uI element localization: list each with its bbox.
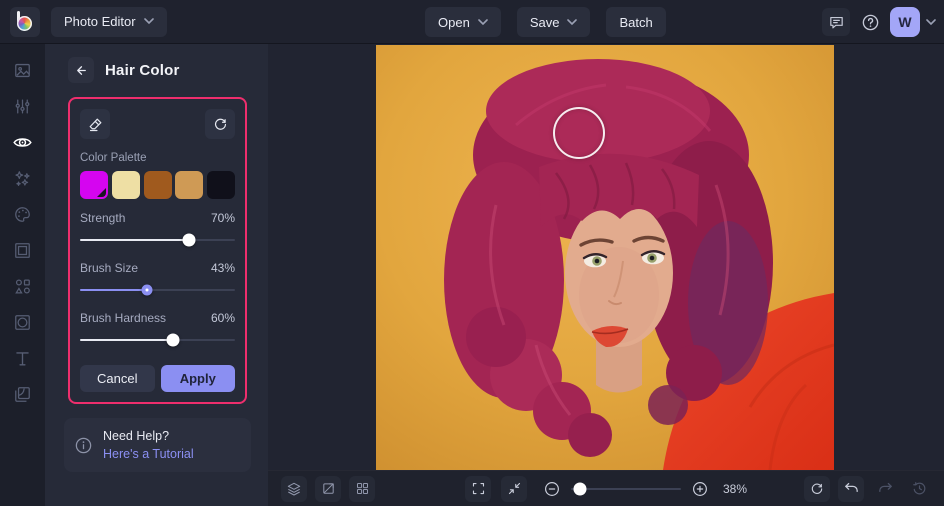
- brush-size-label: Brush Size: [80, 261, 139, 275]
- zoom-level-label: 38%: [722, 481, 748, 496]
- brush-hardness-control: Brush Hardness 60%: [80, 311, 235, 349]
- strength-control: Strength 70%: [80, 211, 235, 249]
- rail-item-overlays[interactable]: [5, 304, 41, 340]
- account-chevron-down-icon[interactable]: [926, 18, 936, 26]
- color-palette-label: Color Palette: [80, 152, 147, 164]
- save-label: Save: [529, 14, 560, 30]
- photo-editor-app: Photo Editor Open Save Batch W Hair Colo…: [0, 0, 944, 506]
- strength-slider[interactable]: [80, 231, 235, 249]
- app-menu-button[interactable]: Photo Editor: [51, 6, 167, 37]
- slider-thumb[interactable]: [141, 284, 153, 296]
- cancel-button[interactable]: Cancel: [80, 365, 155, 392]
- brush-hardness-slider[interactable]: [80, 331, 235, 349]
- help-title: Need Help?: [103, 429, 170, 443]
- color-swatch[interactable]: [111, 171, 140, 199]
- open-button[interactable]: Open: [425, 7, 501, 37]
- help-card: Need Help? Here's a Tutorial: [64, 418, 251, 473]
- zoom-out-icon[interactable]: [543, 480, 561, 498]
- rail-item-artsy[interactable]: [5, 196, 41, 232]
- slider-thumb[interactable]: [182, 233, 195, 247]
- batch-label: Batch: [619, 14, 653, 30]
- color-swatch[interactable]: [175, 171, 204, 199]
- rail-item-text[interactable]: [5, 340, 41, 376]
- topbar: Photo Editor Open Save Batch W: [0, 0, 944, 44]
- brush-size-control: Brush Size 43%: [80, 261, 235, 299]
- strength-label: Strength: [80, 211, 126, 225]
- reset-canvas-button[interactable]: [804, 475, 830, 502]
- statusbar: 38%: [268, 470, 944, 506]
- rail-item-graphics[interactable]: [5, 268, 41, 304]
- grid-view-button[interactable]: [349, 475, 375, 502]
- avatar[interactable]: W: [890, 7, 920, 37]
- redo-button[interactable]: [872, 480, 898, 497]
- color-swatch[interactable]: [80, 171, 108, 199]
- hair-color-tool-box: Color Palette Strength 70% Brush Size 43…: [68, 97, 247, 404]
- open-label: Open: [438, 14, 470, 30]
- brush-size-slider[interactable]: [80, 281, 235, 299]
- history-button[interactable]: [906, 480, 932, 497]
- reset-tool-button[interactable]: [205, 109, 235, 139]
- hair-color-panel: Hair Color Color Palette Strength 70% Br…: [45, 44, 268, 506]
- photo-portrait[interactable]: [376, 45, 834, 470]
- tool-rail: [0, 44, 45, 506]
- feedback-chat-icon[interactable]: [822, 8, 850, 36]
- brush-cursor: [553, 107, 605, 159]
- fit-to-screen-button[interactable]: [500, 475, 527, 502]
- logo-color-wheel: [17, 15, 32, 31]
- color-swatch[interactable]: [143, 171, 172, 199]
- zoom-slider-thumb[interactable]: [573, 482, 587, 495]
- app-menu-label: Photo Editor: [64, 14, 136, 29]
- info-icon: [74, 436, 93, 455]
- rail-item-frames[interactable]: [5, 232, 41, 268]
- layers-button[interactable]: [281, 475, 307, 502]
- eraser-button[interactable]: [80, 109, 110, 139]
- rail-item-image-editor[interactable]: [5, 52, 41, 88]
- rail-item-touch-up[interactable]: [5, 124, 41, 160]
- rail-item-textures[interactable]: [5, 376, 41, 412]
- chevron-down-icon: [478, 18, 488, 26]
- avatar-initial: W: [898, 14, 912, 30]
- chevron-down-icon: [567, 18, 578, 26]
- chevron-down-icon: [143, 18, 154, 25]
- brush-size-value: 43%: [210, 261, 235, 275]
- undo-button[interactable]: [838, 475, 864, 502]
- zoom-in-icon[interactable]: [691, 480, 709, 498]
- brush-hardness-value: 60%: [210, 311, 235, 325]
- help-icon[interactable]: [856, 8, 884, 36]
- rail-item-adjust[interactable]: [5, 88, 41, 124]
- slider-thumb[interactable]: [166, 333, 180, 347]
- canvas-area[interactable]: 38%: [268, 44, 944, 506]
- strength-value: 70%: [210, 211, 235, 225]
- tutorial-link[interactable]: Here's a Tutorial: [103, 445, 194, 463]
- color-swatch[interactable]: [207, 171, 235, 199]
- color-swatches: [80, 171, 235, 199]
- apply-button[interactable]: Apply: [160, 365, 235, 392]
- brush-hardness-label: Brush Hardness: [80, 311, 167, 325]
- rail-item-effects[interactable]: [5, 160, 41, 196]
- save-button[interactable]: Save: [516, 7, 591, 37]
- panel-title: Hair Color: [105, 61, 180, 79]
- befunky-logo[interactable]: [10, 6, 40, 37]
- batch-button[interactable]: Batch: [606, 7, 666, 37]
- fullscreen-button[interactable]: [464, 475, 491, 502]
- compare-button[interactable]: [315, 475, 341, 502]
- canvas-zoom-slider[interactable]: [570, 481, 681, 497]
- back-button[interactable]: [68, 57, 94, 83]
